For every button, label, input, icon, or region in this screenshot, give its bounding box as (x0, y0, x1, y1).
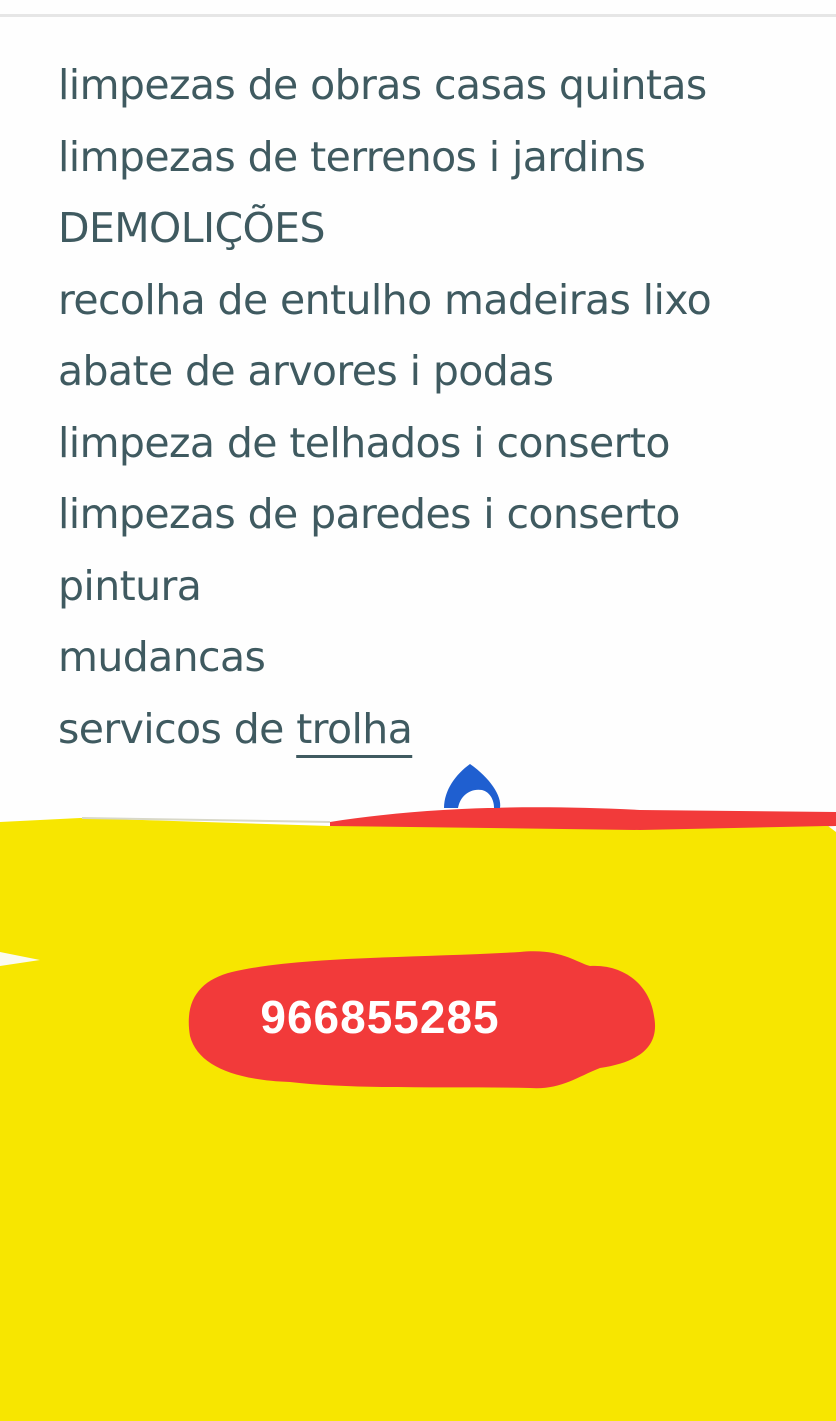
text-selection-handle-icon (444, 764, 501, 808)
screenshot-page: limpezas de obras casas quintas limpezas… (0, 0, 836, 1421)
yellow-highlight-block (0, 818, 836, 1421)
highlight-drawing (0, 764, 836, 1421)
phone-number[interactable]: 966855285 (150, 985, 610, 1049)
